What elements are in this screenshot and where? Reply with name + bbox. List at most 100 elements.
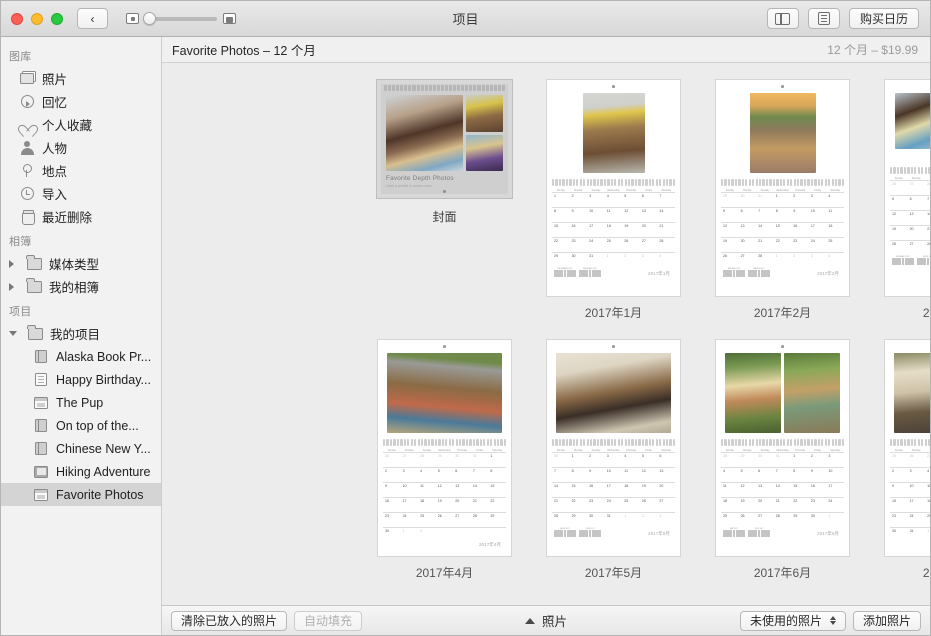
page-cell-cover[interactable]: Favorite Depth Photos Insert a subtitle …	[376, 79, 513, 321]
page-caption: 2017年4月	[415, 566, 474, 580]
page-photo[interactable]	[582, 92, 645, 173]
back-button[interactable]: ‹	[77, 8, 108, 29]
page-cell-july[interactable]: Sunday Monday Tuesday Wednesday Thursday…	[884, 339, 930, 581]
page-photo[interactable]	[556, 352, 671, 433]
disclosure-triangle-icon[interactable]	[9, 282, 16, 291]
zoom-slider-group[interactable]	[126, 11, 236, 25]
photos-tray-label: 照片	[541, 615, 567, 629]
cover-photo-top-right[interactable]	[465, 95, 503, 132]
sidebar-item-media-types[interactable]: 媒体类型	[1, 252, 161, 275]
page-cell-may[interactable]: Sunday Monday Tuesday Wednesday Thursday…	[546, 339, 681, 581]
bottom-toolbar: 清除已放入的照片 自动填充 照片 未使用的照片 添加照片	[162, 605, 930, 635]
weekday-label: Sunday	[725, 188, 734, 192]
page-month-label: 2017年4月	[479, 541, 501, 547]
calendar-filled-icon	[33, 464, 49, 480]
page-cell-march[interactable]: Sunday Monday Tuesday Wednesday Thursday…	[884, 79, 930, 321]
sidebar-section-library-header: 图库	[9, 51, 32, 63]
sidebar-item-chinese-new-year[interactable]: Chinese New Y...	[1, 437, 161, 460]
weekday-label: Wednesday	[438, 448, 451, 452]
zoom-slider[interactable]	[143, 11, 217, 25]
disclosure-triangle-icon[interactable]	[9, 259, 16, 268]
buy-calendar-button[interactable]: 购买日历	[848, 8, 919, 29]
page-photo[interactable]	[894, 92, 930, 149]
calendar-page[interactable]: Sunday Monday Tuesday Wednesday Thursday…	[715, 339, 850, 557]
calendar-page[interactable]: Sunday Monday Tuesday Wednesday Thursday…	[884, 79, 930, 297]
toolbar-right-group: 购买日历	[766, 8, 930, 29]
weekday-label: Sunday	[387, 448, 396, 452]
page-cell-february[interactable]: Sunday Monday Tuesday Wednesday Thursday…	[715, 79, 850, 321]
calendar-page[interactable]: Sunday Monday Tuesday Wednesday Thursday…	[546, 339, 681, 557]
weekday-label: Saturday	[661, 448, 671, 452]
sidebar-toggle-button[interactable]	[766, 8, 799, 29]
sidebar-section-albums-header: 相簿	[9, 236, 32, 248]
cover-page[interactable]: Favorite Depth Photos Insert a subtitle …	[381, 84, 508, 194]
page-row-2: Sunday Monday Tuesday Wednesday Thursday…	[162, 339, 930, 581]
page-photo[interactable]	[387, 352, 502, 433]
titlebar: ‹ 项目 购买日历	[1, 1, 930, 37]
sidebar-item-favorite-photos[interactable]: Favorite Photos	[1, 483, 161, 506]
page-cell-june[interactable]: Sunday Monday Tuesday Wednesday Thursday…	[715, 339, 850, 581]
book-icon	[33, 441, 49, 457]
weekday-label: Tuesday	[591, 448, 601, 452]
cover-subtitle[interactable]: Insert a subtitle or author name	[386, 184, 503, 188]
sidebar-item-photos[interactable]: 照片	[1, 67, 161, 90]
close-button[interactable]	[11, 12, 23, 25]
minimize-button[interactable]	[31, 12, 43, 25]
cover-title[interactable]: Favorite Depth Photos	[386, 175, 503, 182]
calendar-page[interactable]: Sunday Monday Tuesday Wednesday Thursday…	[377, 339, 512, 557]
cover-photo-bottom-right[interactable]	[465, 134, 503, 171]
disclosure-triangle-icon[interactable]	[9, 331, 17, 336]
zoom-slider-thumb[interactable]	[143, 11, 156, 25]
sidebar-item-my-projects[interactable]: 我的项目	[1, 322, 161, 345]
calendar-page[interactable]: Sunday Monday Tuesday Wednesday Thursday…	[715, 79, 850, 297]
sidebar-item-label: 个人收藏	[42, 119, 93, 133]
weekday-label: Friday	[814, 448, 821, 452]
sidebar-item-imports[interactable]: 导入	[1, 182, 161, 205]
cover-photo-main[interactable]	[386, 95, 463, 171]
sidebar-item-places[interactable]: 地点	[1, 159, 161, 182]
page-photo[interactable]	[894, 352, 930, 433]
weekday-header-row: Sunday Monday Tuesday Wednesday Thursday…	[721, 449, 844, 452]
page-photo[interactable]	[749, 92, 816, 173]
sidebar-item-on-top-of-the[interactable]: On top of the...	[1, 414, 161, 437]
calendar-grid: Sunday Monday Tuesday Wednesday Thursday…	[890, 177, 930, 255]
trash-icon	[19, 209, 35, 225]
weekday-label: Thursday	[457, 448, 468, 452]
sidebar-section-projects-header: 项目	[9, 306, 32, 318]
sidebar-item-recently-deleted[interactable]: 最近删除	[1, 205, 161, 228]
sidebar-toggle-icon	[775, 12, 791, 25]
photo-filter-dropdown[interactable]: 未使用的照片	[739, 610, 846, 631]
calendar-grid: Sunday Monday Tuesday Wednesday Thursday…	[552, 189, 675, 267]
sidebar-item-my-albums[interactable]: 我的相簿	[1, 275, 161, 298]
cover-selection-frame[interactable]: Favorite Depth Photos Insert a subtitle …	[376, 79, 513, 199]
page-cell-january[interactable]: Sunday Monday Tuesday Wednesday Thursday…	[546, 79, 681, 321]
calendar-page[interactable]: Sunday Monday Tuesday Wednesday Thursday…	[884, 339, 930, 557]
weekday-label: Thursday	[626, 188, 637, 192]
page-photo[interactable]	[725, 352, 781, 433]
page-indicator-dot	[443, 345, 446, 348]
maximize-button[interactable]	[51, 12, 63, 25]
sidebar-item-hiking-adventure[interactable]: Hiking Adventure	[1, 460, 161, 483]
sidebar-item-label: 地点	[42, 165, 68, 179]
page-indicator-dot	[443, 189, 446, 193]
autofill-button[interactable]: 自动填充	[294, 610, 363, 631]
sidebar-item-memories[interactable]: 回忆	[1, 90, 161, 113]
sidebar-item-happy-birthday[interactable]: Happy Birthday...	[1, 368, 161, 391]
add-photos-button[interactable]: 添加照片	[852, 610, 921, 631]
info-panel-button[interactable]	[807, 8, 840, 29]
sidebar-item-favorites[interactable]: 个人收藏	[1, 113, 161, 136]
page-photo[interactable]	[784, 352, 840, 433]
calendar-page[interactable]: Sunday Monday Tuesday Wednesday Thursday…	[546, 79, 681, 297]
heart-icon	[19, 117, 35, 133]
clear-placed-photos-button[interactable]: 清除已放入的照片	[171, 610, 288, 631]
weekday-label: Monday	[574, 448, 583, 452]
page-month-label: 2017年5月	[648, 531, 670, 537]
chevron-updown-icon	[829, 616, 836, 625]
page-indicator-dot	[612, 85, 615, 88]
sidebar-item-people[interactable]: 人物	[1, 136, 161, 159]
book-icon	[33, 349, 49, 365]
sidebar-item-alaska-book[interactable]: Alaska Book Pr...	[1, 345, 161, 368]
weekday-label: Monday	[743, 448, 752, 452]
page-cell-april[interactable]: Sunday Monday Tuesday Wednesday Thursday…	[377, 339, 512, 581]
sidebar-item-the-pup[interactable]: The Pup	[1, 391, 161, 414]
